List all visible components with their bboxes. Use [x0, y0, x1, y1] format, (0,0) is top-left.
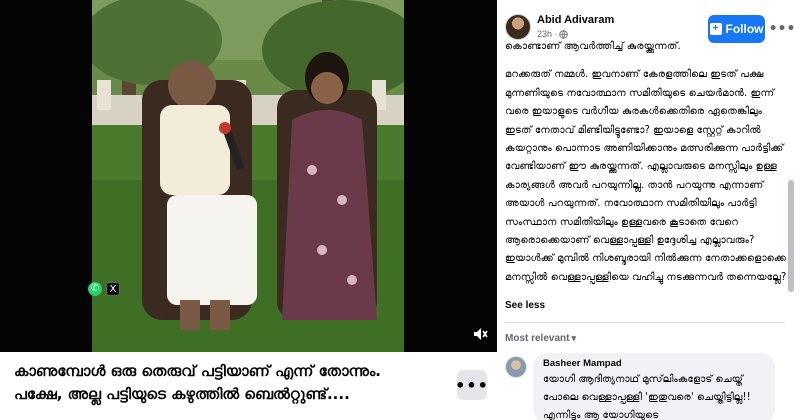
video-frame[interactable] [92, 0, 404, 352]
video-scene-illustration [92, 0, 404, 352]
post-body: കൊണ്ടാണ് ആവർത്തിച്ച് കുരയ്ക്കുന്നത്. മറക… [505, 38, 787, 287]
comment-text: യോഗി ആദിത്യനാഥ് മുസ്‌ലിംകളോട് ചെയ്ത് പോല… [543, 374, 751, 420]
video-letterbox-right [404, 0, 497, 352]
comment-sort-label: Most relevant [505, 333, 570, 344]
media-panel: ✆ X കാണുമ്പോൾ ഒരു തെരുവ് പട്ടിയാണ് എന്ന്… [0, 0, 497, 420]
comment-item: Basheer Mampad യോഗി ആദിത്യനാഥ് മുസ്‌ലിംക… [505, 353, 795, 420]
caption-more-button[interactable]: ••• [455, 370, 488, 400]
video-letterbox-left [0, 0, 92, 352]
post-panel: Abid Adivaram 23h · + Follow ••• കൊണ്ടാണ… [497, 0, 800, 420]
comment-sort-dropdown[interactable]: Most relevant ▾ [505, 333, 576, 344]
post-paragraph-2: മറക്കരുത് നമ്മൾ. ഇവനാണ് കേരളത്തിലെ ഇടത് … [505, 69, 787, 283]
comments-divider [505, 322, 785, 323]
video-overlay-icons: ✆ X [88, 282, 120, 296]
whatsapp-icon[interactable]: ✆ [88, 282, 102, 296]
follow-label: Follow [725, 22, 764, 36]
author-avatar[interactable] [505, 14, 531, 40]
speaker-muted-icon[interactable] [471, 325, 489, 343]
scrollbar-thumb[interactable] [788, 180, 794, 292]
video-player[interactable]: ✆ X [0, 0, 497, 352]
post-paragraph-1: കൊണ്ടാണ് ആവർത്തിച്ച് കുരയ്ക്കുന്നത്. [505, 41, 681, 52]
see-less-link[interactable]: See less [505, 300, 545, 311]
caption-line-1: കാണുമ്പോൾ ഒരു തെരുവ് പട്ടിയാണ് എന്ന് തോന… [14, 362, 381, 380]
x-icon[interactable]: X [106, 282, 120, 296]
chevron-down-icon: ▾ [571, 333, 576, 343]
caption-text: കാണുമ്പോൾ ഒരു തെരുവ് പട്ടിയാണ് എന്ന് തോന… [14, 360, 444, 406]
caption-line-2: പക്ഷേ, അല്ല പട്ടിയുടെ കഴുത്തിൽ ബെൽറ്റുണ്… [14, 385, 350, 403]
post-scrollbar[interactable] [788, 40, 794, 380]
add-friend-icon: + [709, 23, 722, 35]
commenter-name[interactable]: Basheer Mampad [543, 357, 765, 371]
commenter-avatar[interactable] [505, 356, 527, 378]
author-name[interactable]: Abid Adivaram [537, 14, 614, 26]
comment-bubble: Basheer Mampad യോഗി ആദിത്യനാഥ് മുസ്‌ലിംക… [533, 353, 775, 420]
video-caption: കാണുമ്പോൾ ഒരു തെരുവ് പട്ടിയാണ് എന്ന് തോന… [0, 352, 497, 420]
